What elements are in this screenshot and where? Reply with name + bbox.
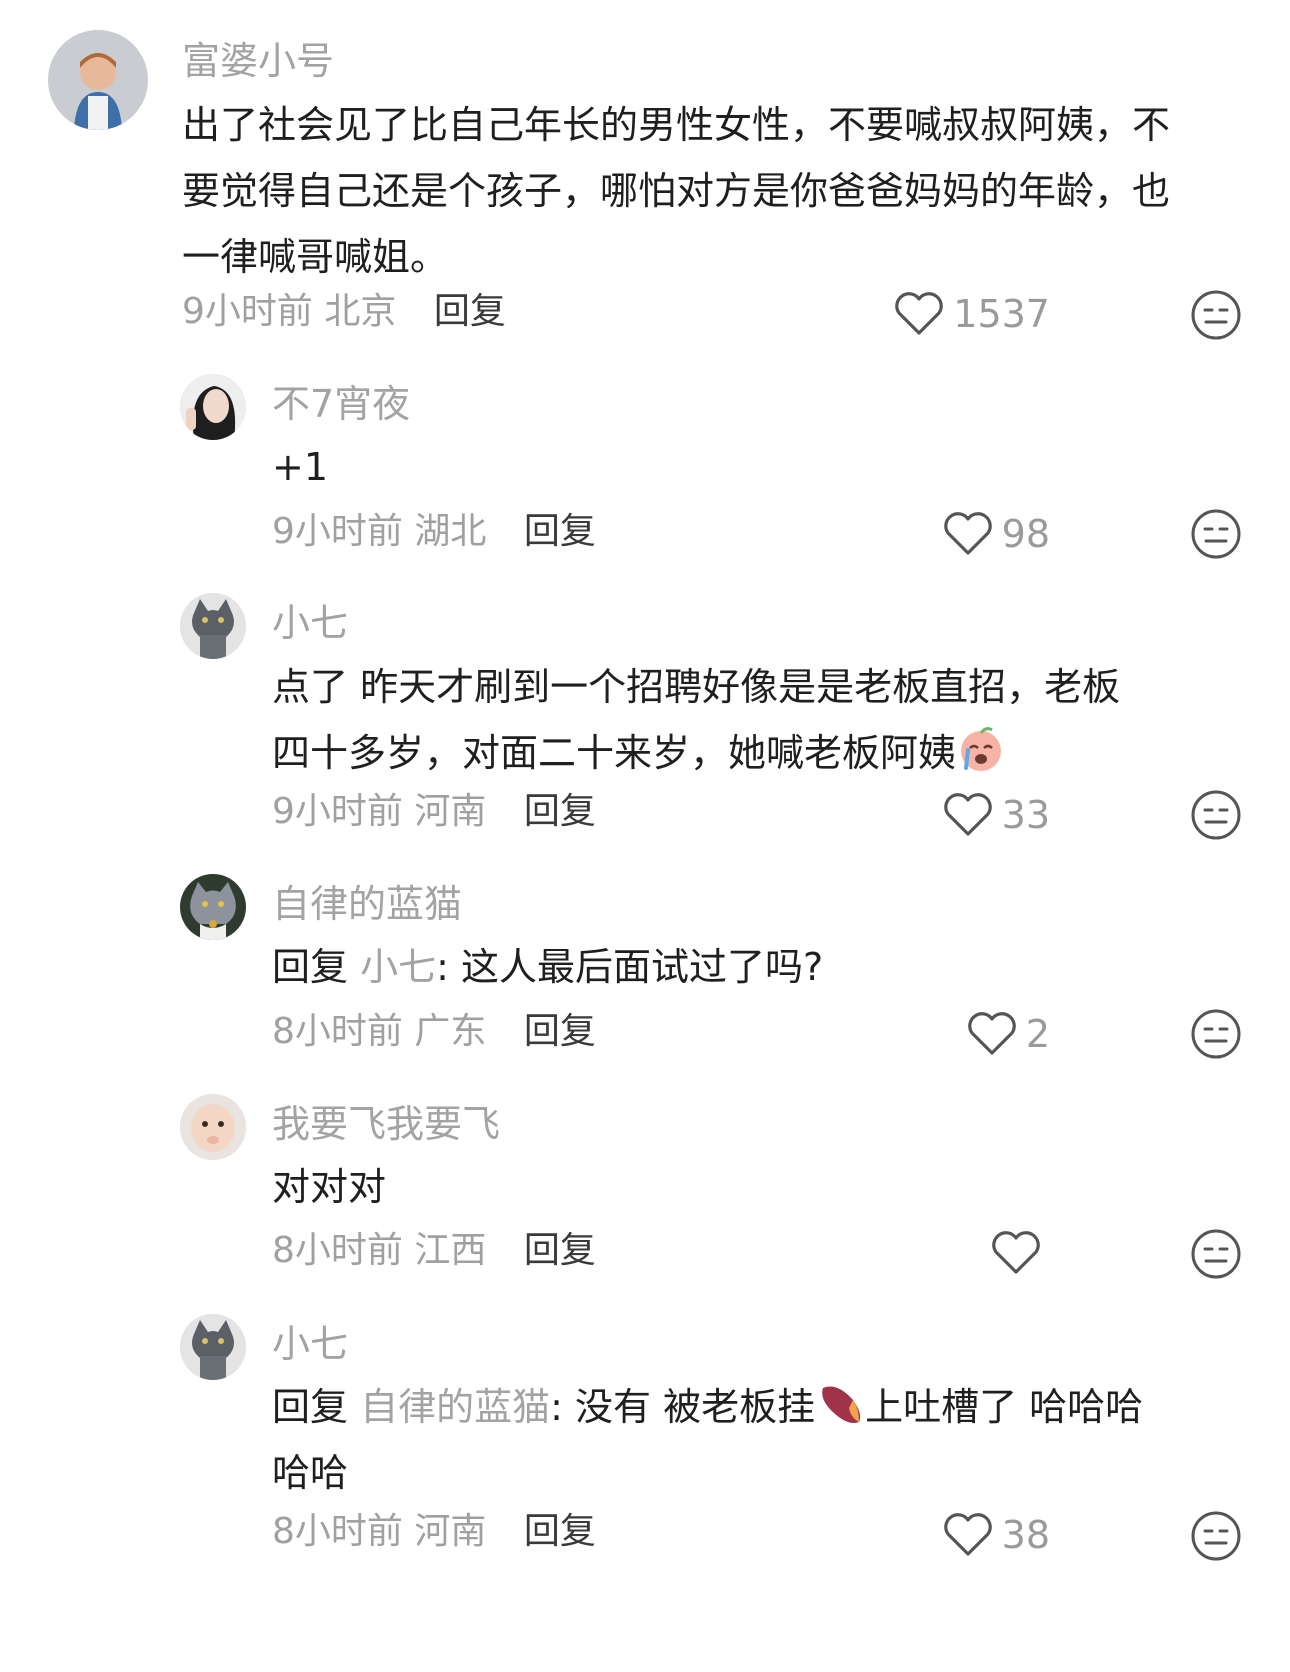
username[interactable]: 小七 [272, 600, 348, 646]
heart-icon [943, 512, 992, 555]
crying-face-emoji [961, 727, 1002, 771]
comment-text: 回复 自律的蓝猫: 没有 被老板挂 上吐槽了 哈哈哈哈哈 [272, 1374, 1162, 1506]
sweet-potato-emoji [822, 1386, 861, 1423]
comment-meta: 8小时前 河南 回复 [272, 1510, 596, 1554]
expressionless-face-icon [1191, 1511, 1241, 1561]
expressionless-face-icon [1191, 1229, 1241, 1279]
comment-time: 9小时前 [272, 791, 403, 832]
like-button[interactable]: 1537 [893, 286, 1050, 342]
reply-button[interactable]: 回复 [524, 791, 596, 832]
like-button[interactable]: 2 [966, 1006, 1050, 1062]
blue-cat-avatar [180, 874, 246, 940]
mention-link[interactable]: 小七 [360, 945, 436, 989]
expressionless-face-icon [1191, 1009, 1241, 1059]
grey-cat-avatar [180, 593, 246, 659]
like-button[interactable] [990, 1225, 1050, 1281]
dislike-button[interactable] [1190, 1228, 1242, 1280]
like-button[interactable]: 98 [942, 506, 1050, 562]
comment-location: 江西 [414, 1230, 487, 1271]
avatar[interactable] [180, 1094, 246, 1160]
comment-location: 北京 [324, 291, 397, 332]
reply-button[interactable]: 回复 [524, 1511, 596, 1552]
dislike-button[interactable] [1190, 789, 1242, 841]
username[interactable]: 不7宵夜 [272, 381, 410, 427]
reply-button[interactable]: 回复 [434, 291, 506, 332]
expressionless-face-icon [1191, 509, 1241, 559]
like-count: 1537 [953, 292, 1050, 336]
avatar[interactable] [180, 374, 246, 440]
comment-location: 河南 [414, 791, 487, 832]
comment-time: 8小时前 [272, 1011, 403, 1052]
comment-meta: 9小时前 湖北 回复 [272, 510, 596, 554]
expressionless-face-icon [1191, 790, 1241, 840]
avatar[interactable] [48, 30, 148, 130]
baby-photo-avatar [180, 1094, 246, 1160]
toddler-photo-avatar [48, 30, 148, 130]
reply-button[interactable]: 回复 [524, 1011, 596, 1052]
comment-time: 9小时前 [182, 291, 313, 332]
comment-text: 出了社会见了比自己年长的男性女性，不要喊叔叔阿姨，不要觉得自己还是个孩子，哪怕对… [182, 103, 1171, 279]
username[interactable]: 小七 [272, 1321, 348, 1367]
comment-thread: 富婆小号 出了社会见了比自己年长的男性女性，不要喊叔叔阿姨，不要觉得自己还是个孩… [0, 0, 1290, 1672]
dislike-button[interactable] [1190, 508, 1242, 560]
comment-text: 点了 昨天才刷到一个招聘好像是是老板直招，老板四十多岁，对面二十来岁，她喊老板阿… [272, 654, 1152, 786]
heart-icon [943, 1513, 992, 1556]
comment-meta: 9小时前 河南 回复 [272, 790, 596, 834]
comment-location: 河南 [414, 1511, 487, 1552]
comment-text-body: : 没有 被老板挂 [550, 1385, 816, 1429]
dislike-button[interactable] [1190, 289, 1242, 341]
avatar[interactable] [180, 874, 246, 940]
dislike-button[interactable] [1190, 1008, 1242, 1060]
reply-prefix: 回复 [272, 945, 361, 989]
dislike-button[interactable] [1190, 1510, 1242, 1562]
reply-button[interactable]: 回复 [524, 1230, 596, 1271]
expressionless-face-icon [1191, 290, 1241, 340]
like-count: 38 [1001, 1513, 1050, 1557]
comment-meta: 8小时前 江西 回复 [272, 1229, 596, 1273]
like-count: 98 [1001, 512, 1050, 556]
heart-icon [968, 1012, 1016, 1055]
comment-text-body: : 这人最后面试过了吗? [436, 945, 824, 989]
reply-prefix: 回复 [272, 1385, 361, 1429]
heart-icon [895, 292, 944, 335]
avatar[interactable] [180, 1314, 246, 1380]
comment-meta: 9小时前 北京 回复 [182, 290, 506, 334]
username[interactable]: 自律的蓝猫 [272, 881, 462, 927]
like-button[interactable]: 38 [942, 1507, 1050, 1563]
comment-time: 8小时前 [272, 1511, 403, 1552]
avatar[interactable] [180, 593, 246, 659]
comment-text: 对对对 [272, 1165, 387, 1209]
comment-location: 湖北 [414, 511, 487, 552]
woman-selfie-avatar [180, 374, 246, 440]
username[interactable]: 富婆小号 [182, 38, 334, 84]
comment-time: 9小时前 [272, 511, 403, 552]
heart-icon [992, 1231, 1040, 1274]
comment-time: 8小时前 [272, 1230, 403, 1271]
comment-location: 广东 [414, 1011, 487, 1052]
reply-button[interactable]: 回复 [524, 511, 596, 552]
comment-text: +1 [272, 445, 329, 489]
like-button[interactable]: 33 [942, 787, 1050, 843]
comment-text: 回复 小七: 这人最后面试过了吗? [272, 934, 1152, 1000]
mention-link[interactable]: 自律的蓝猫 [360, 1385, 550, 1429]
like-count: 2 [1025, 1012, 1050, 1056]
like-count: 33 [1001, 793, 1050, 837]
grey-cat-avatar [180, 1314, 246, 1380]
heart-icon [943, 793, 992, 836]
comment-meta: 8小时前 广东 回复 [272, 1010, 596, 1054]
username[interactable]: 我要飞我要飞 [272, 1101, 500, 1147]
